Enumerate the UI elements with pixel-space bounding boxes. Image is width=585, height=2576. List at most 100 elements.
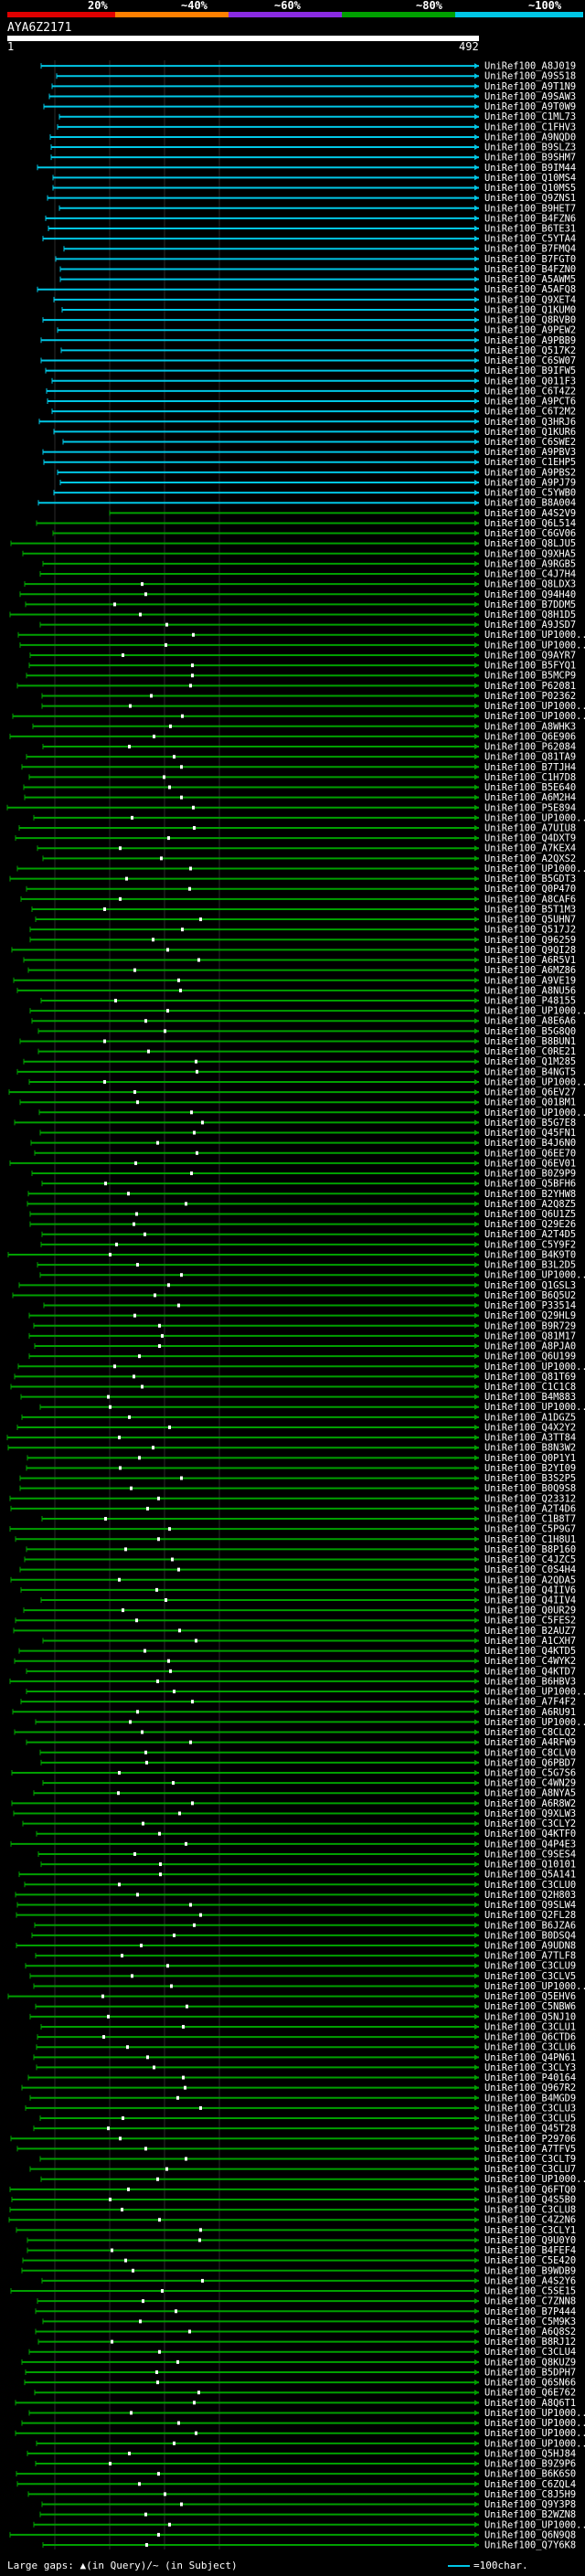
hit-end-arrow <box>474 1160 479 1166</box>
hit-row[interactable]: UniRef100_Q7Y6K8 <box>42 2539 576 2550</box>
gap-marker <box>152 1446 154 1450</box>
hit-end-arrow <box>474 1973 479 1979</box>
gap-marker <box>138 1354 141 1359</box>
hit-end-arrow <box>474 896 479 902</box>
hit-end-arrow <box>474 1566 479 1573</box>
gap-marker <box>164 2492 166 2496</box>
hit-end-arrow <box>474 1943 479 1949</box>
hit-end-arrow <box>474 1282 479 1288</box>
gap-marker <box>145 1760 148 1765</box>
gap-marker <box>145 2542 148 2547</box>
hit-end-arrow <box>474 113 479 120</box>
hit-end-arrow <box>474 469 479 475</box>
hit-end-arrow <box>474 1840 479 1847</box>
gap-marker <box>128 745 131 749</box>
gap-marker <box>135 1618 138 1623</box>
gap-marker <box>192 805 195 810</box>
hit-end-arrow <box>474 2166 479 2172</box>
gap-marker <box>199 2105 202 2110</box>
gap-marker <box>177 978 180 982</box>
hit-end-arrow <box>474 652 479 658</box>
gap-legend-text: Large gaps: ▲(in Query)/~ (in Subject) <box>7 2560 238 2571</box>
gap-marker <box>118 1882 121 1887</box>
hit-end-arrow <box>474 1394 479 1400</box>
hit-end-arrow <box>474 601 479 608</box>
gap-marker <box>163 775 165 779</box>
gap-marker <box>103 1079 106 1084</box>
hit-end-arrow <box>474 2146 479 2152</box>
hit-end-arrow <box>474 1932 479 1938</box>
hit-end-arrow <box>474 2288 479 2295</box>
hit-end-arrow <box>474 2034 479 2041</box>
hit-end-arrow <box>474 2196 479 2202</box>
gap-marker <box>158 1344 161 1349</box>
hit-end-arrow <box>474 550 479 557</box>
hit-end-arrow <box>474 845 479 852</box>
hit-end-arrow <box>474 1912 479 1918</box>
hit-end-arrow <box>474 591 479 598</box>
gap-marker <box>150 694 153 698</box>
gap-marker <box>142 2299 144 2304</box>
gap-marker <box>118 1436 121 1440</box>
hit-end-arrow <box>474 1028 479 1034</box>
hit-end-arrow <box>474 2359 479 2365</box>
hit-end-arrow <box>474 1709 479 1715</box>
hit-end-arrow <box>474 2227 479 2233</box>
gap-marker <box>109 1252 112 1256</box>
gap-marker <box>186 2004 188 2009</box>
hit-end-arrow <box>474 906 479 912</box>
hit-end-arrow <box>474 2044 479 2051</box>
gap-marker <box>181 928 184 932</box>
hit-end-arrow <box>474 1272 479 1278</box>
gap-marker <box>146 2055 149 2060</box>
hit-end-arrow <box>474 1596 479 1603</box>
hit-end-arrow <box>474 1058 479 1065</box>
hit-end-arrow <box>474 2267 479 2274</box>
gap-marker <box>118 1771 121 1776</box>
hit-end-arrow <box>474 2471 479 2477</box>
gap-marker <box>184 2085 186 2090</box>
gap-marker <box>107 2126 110 2131</box>
hit-label[interactable]: UniRef100_Q7Y6K8 <box>484 2539 576 2550</box>
hit-end-arrow <box>474 2369 479 2375</box>
gap-marker <box>144 1648 146 1653</box>
gap-marker <box>104 1517 107 1521</box>
hit-end-arrow <box>474 1861 479 1868</box>
gap-marker <box>168 1527 171 1532</box>
hit-end-arrow <box>474 215 479 221</box>
hit-end-arrow <box>474 1648 479 1654</box>
hit-end-arrow <box>474 419 479 425</box>
gap-marker <box>181 714 184 718</box>
gap-marker <box>155 2369 158 2374</box>
hit-end-arrow <box>474 641 479 648</box>
gap-marker <box>193 825 196 830</box>
hit-end-arrow <box>474 1963 479 1969</box>
hit-end-arrow <box>474 2328 479 2335</box>
gap-marker <box>166 948 169 952</box>
hit-end-arrow <box>474 794 479 800</box>
gap-marker <box>125 876 128 881</box>
gap-marker <box>121 2208 123 2212</box>
gap-marker <box>157 2532 160 2537</box>
hit-end-arrow <box>474 875 479 882</box>
hit-end-arrow <box>474 621 479 628</box>
gap-marker <box>165 642 167 647</box>
gap-marker <box>133 968 136 972</box>
hit-end-arrow <box>474 733 479 739</box>
gap-marker <box>189 684 192 688</box>
hit-end-arrow <box>474 2400 479 2406</box>
gap-marker <box>144 592 147 597</box>
hit-end-arrow <box>474 1953 479 1959</box>
hit-end-arrow <box>474 1363 479 1370</box>
gap-marker <box>157 2472 160 2476</box>
hit-end-arrow <box>474 855 479 862</box>
gap-marker <box>138 2482 141 2486</box>
hit-end-arrow <box>474 2511 479 2518</box>
hit-end-arrow <box>474 1445 479 1451</box>
hit-end-arrow <box>474 998 479 1004</box>
hit-end-arrow <box>474 1607 479 1614</box>
hit-end-arrow <box>474 2430 479 2436</box>
hit-end-arrow <box>474 1181 479 1187</box>
gap-marker <box>167 1283 170 1288</box>
gap-marker <box>101 1994 104 1998</box>
